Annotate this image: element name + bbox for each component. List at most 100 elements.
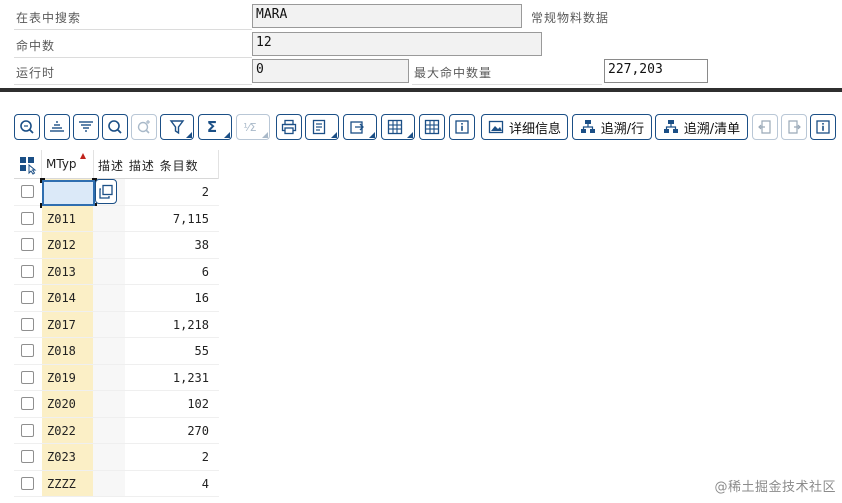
cell-description[interactable]: [93, 364, 125, 391]
cell-mtyp[interactable]: Z023: [42, 444, 93, 471]
info-button[interactable]: [449, 114, 475, 140]
row-select-checkbox[interactable]: [21, 344, 34, 357]
table-row[interactable]: ZZZZ 4: [14, 470, 219, 498]
detail-button[interactable]: 详细信息: [481, 114, 568, 140]
total-button[interactable]: Σ: [198, 114, 232, 140]
cell-entry-count[interactable]: 102: [125, 391, 209, 418]
sort-ascending-button[interactable]: [44, 114, 70, 140]
cell-entry-count[interactable]: 55: [125, 338, 209, 365]
cell-description[interactable]: [93, 311, 125, 338]
cell-description[interactable]: [93, 444, 125, 471]
column-header-mtyp[interactable]: MTyp: [46, 157, 77, 171]
max-hits-label: 最大命中数量: [414, 66, 493, 80]
cell-mtyp[interactable]: Z013: [42, 258, 93, 285]
row-select-checkbox[interactable]: [21, 211, 34, 225]
cell-entry-count[interactable]: 4: [125, 471, 209, 498]
cell-description[interactable]: [93, 285, 125, 312]
table-row[interactable]: Z013 6: [14, 258, 219, 286]
table-name-field[interactable]: MARA: [252, 4, 522, 28]
column-headers-description-count[interactable]: 描述 描述 条目数: [98, 157, 199, 174]
row-select-checkbox[interactable]: [21, 264, 34, 278]
sort-descending-button[interactable]: [73, 114, 99, 140]
cell-description[interactable]: [93, 470, 125, 497]
table-row[interactable]: Z019 1,231: [14, 364, 219, 392]
export-button[interactable]: [343, 114, 377, 140]
cell-entry-count[interactable]: 6: [125, 259, 209, 286]
trace-row-button[interactable]: 追溯/行: [572, 114, 652, 140]
search-icon: [108, 120, 122, 134]
choose-layout-button[interactable]: [419, 114, 445, 140]
table-row[interactable]: Z018 55: [14, 338, 219, 365]
cell-description[interactable]: [93, 417, 125, 444]
help-button[interactable]: [810, 114, 836, 140]
cell-entry-count[interactable]: 2: [125, 179, 209, 206]
row-select-checkbox[interactable]: [21, 370, 34, 384]
cell-mtyp[interactable]: Z011: [42, 205, 93, 232]
row-select-checkbox[interactable]: [21, 423, 34, 437]
max-hits-field[interactable]: 227,203: [604, 59, 708, 83]
row-select-checkbox[interactable]: [21, 450, 34, 463]
table-row[interactable]: 2: [14, 178, 219, 208]
table-row[interactable]: Z017 1,218: [14, 311, 219, 339]
cell-entry-count[interactable]: 7,115: [125, 206, 209, 233]
find-button[interactable]: [102, 114, 128, 140]
row-select-checkbox[interactable]: [21, 397, 34, 410]
export-icon: [350, 121, 364, 134]
table-row[interactable]: Z011 7,115: [14, 205, 219, 233]
cell-description[interactable]: [93, 205, 125, 232]
table-row[interactable]: Z014 16: [14, 285, 219, 312]
views-button[interactable]: [305, 114, 339, 140]
filter-button[interactable]: [160, 114, 194, 140]
cell-description[interactable]: [93, 338, 125, 365]
cell-description[interactable]: [93, 391, 125, 418]
select-all-icon[interactable]: [18, 155, 38, 175]
subtotal-button[interactable]: ⅟Σ: [236, 114, 270, 140]
cell-entry-count[interactable]: 1,218: [125, 312, 209, 339]
copy-value-button[interactable]: [95, 179, 117, 204]
cell-description[interactable]: [93, 232, 125, 259]
cell-description[interactable]: [93, 258, 125, 285]
cell-mtyp[interactable]: ZZZZ: [42, 470, 93, 497]
previous-page-button[interactable]: [752, 114, 778, 140]
print-preview-button[interactable]: [276, 114, 302, 140]
cell-entry-count[interactable]: 2: [125, 444, 209, 471]
cell-mtyp[interactable]: Z020: [42, 391, 93, 418]
sort-ascending-indicator-icon: [80, 153, 86, 159]
cell-mtyp[interactable]: Z019: [42, 364, 93, 391]
divider: [14, 84, 252, 85]
find-next-button[interactable]: [131, 114, 157, 140]
row-select-checkbox[interactable]: [21, 291, 34, 304]
divider: [14, 57, 252, 58]
printer-icon: [281, 119, 297, 135]
trace-list-button[interactable]: 追溯/清单: [655, 114, 748, 140]
layout-button[interactable]: [381, 114, 415, 140]
cell-entry-count[interactable]: 270: [125, 418, 209, 445]
cell-entry-count[interactable]: 16: [125, 285, 209, 312]
row-select-checkbox[interactable]: [21, 238, 34, 251]
cell-mtyp[interactable]: Z014: [42, 285, 93, 312]
table-row[interactable]: Z022 270: [14, 417, 219, 445]
cell-mtyp[interactable]: Z022: [42, 417, 93, 444]
page-forward-icon: [788, 120, 801, 134]
row-select-checkbox[interactable]: [21, 185, 34, 198]
table-row[interactable]: Z023 2: [14, 444, 219, 471]
table-row[interactable]: Z012 38: [14, 232, 219, 259]
zoom-button[interactable]: [14, 114, 40, 140]
cell-mtyp[interactable]: Z018: [42, 338, 93, 365]
dropdown-arrow-icon: [186, 132, 192, 138]
subtotal-icon: ⅟Σ: [243, 120, 257, 134]
hits-field[interactable]: 12: [252, 32, 542, 56]
cell-mtyp[interactable]: Z012: [42, 232, 93, 259]
cell-entry-count[interactable]: 1,231: [125, 365, 209, 392]
cell-mtyp[interactable]: Z017: [42, 311, 93, 338]
cell-entry-count[interactable]: 38: [125, 232, 209, 259]
row-select-checkbox[interactable]: [21, 476, 34, 490]
focused-cell[interactable]: [40, 178, 97, 208]
next-page-button[interactable]: [781, 114, 807, 140]
header-separator: [0, 88, 842, 92]
table-row[interactable]: Z020 102: [14, 391, 219, 418]
runtime-field[interactable]: 0: [252, 59, 409, 83]
row-select-checkbox[interactable]: [21, 317, 34, 331]
sort-ascending-icon: [50, 121, 64, 132]
column-divider: [41, 150, 42, 179]
